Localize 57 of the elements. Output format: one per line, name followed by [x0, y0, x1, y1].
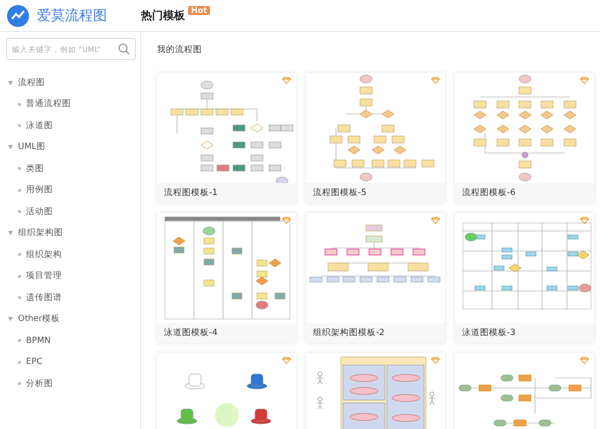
bullet-icon	[18, 210, 21, 214]
subcategory-item[interactable]: 组织架构	[26, 248, 62, 261]
section-title: 我的流程图	[157, 44, 203, 56]
caret-icon[interactable]	[8, 145, 13, 150]
nav-link[interactable]: 热门模板 $^{Hot}$	[141, 8, 210, 23]
card-title: 流程图模板-6	[462, 187, 516, 199]
subcategory-item[interactable]: 普通流程图	[26, 98, 71, 110]
category-item[interactable]: 组织架构图	[18, 227, 63, 240]
template-card[interactable]: 流程图模板-5	[306, 73, 445, 203]
template-card[interactable]: 泳道图模板-3	[455, 213, 594, 343]
diamond-icon	[282, 217, 291, 224]
diamond-icon	[580, 217, 589, 224]
diamond-icon	[580, 77, 589, 84]
caret-icon[interactable]	[8, 231, 13, 236]
bullet-icon	[18, 274, 21, 278]
search-icon	[118, 43, 130, 55]
subcategory-item[interactable]: 泳道图	[26, 120, 53, 132]
template-card[interactable]: 流程图模板-1	[157, 73, 296, 203]
diamond-icon	[431, 77, 440, 84]
bullet-icon	[18, 339, 21, 342]
bullet-icon	[18, 188, 21, 192]
brand-name: 爱莫流程图	[37, 6, 107, 24]
category-item[interactable]: 流程图	[18, 76, 45, 89]
card-title: 流程图模板-1	[164, 187, 218, 199]
bullet-icon	[18, 167, 21, 170]
subcategory-item[interactable]: EPC	[26, 357, 42, 368]
diamond-icon	[282, 77, 291, 84]
diamond-icon	[431, 217, 440, 224]
diamond-icon	[282, 357, 291, 364]
subcategory-item[interactable]: BPMN	[26, 336, 51, 346]
subcategory-item[interactable]: 分析图	[26, 378, 53, 390]
caret-icon[interactable]	[8, 317, 13, 322]
card-title: 组织架构图模板-2	[313, 327, 384, 339]
subcategory-item[interactable]: 活动图	[26, 206, 53, 218]
subcategory-item[interactable]: 类图	[26, 162, 44, 175]
bullet-icon	[18, 124, 21, 128]
diamond-icon	[580, 357, 589, 364]
bullet-icon	[18, 296, 21, 300]
bullet-icon	[18, 102, 21, 106]
subcategory-item[interactable]: 遗传图谱	[26, 292, 62, 304]
subcategory-item[interactable]: 项目管理	[26, 270, 62, 282]
caret-icon[interactable]	[8, 80, 13, 85]
card-title: 泳道图模板-4	[164, 327, 218, 339]
card-title: 流程图模板-5	[313, 187, 366, 199]
diamond-icon	[431, 357, 440, 364]
subcategory-item[interactable]: 用例图	[26, 184, 53, 196]
logo-icon	[7, 4, 29, 26]
template-card[interactable]: 流程图模板-6	[455, 73, 594, 203]
category-item[interactable]: Other模板	[18, 313, 60, 326]
card-title: 泳道图模板-3	[462, 327, 516, 339]
template-card[interactable]: 泳道图模板-4	[157, 213, 296, 343]
bullet-icon	[18, 253, 21, 256]
category-item[interactable]: UML图	[18, 141, 46, 154]
template-card[interactable]: 组织架构图模板-2	[306, 213, 445, 343]
hot-badge: Hot	[188, 6, 210, 15]
bullet-icon	[18, 382, 21, 386]
bullet-icon	[18, 360, 21, 364]
